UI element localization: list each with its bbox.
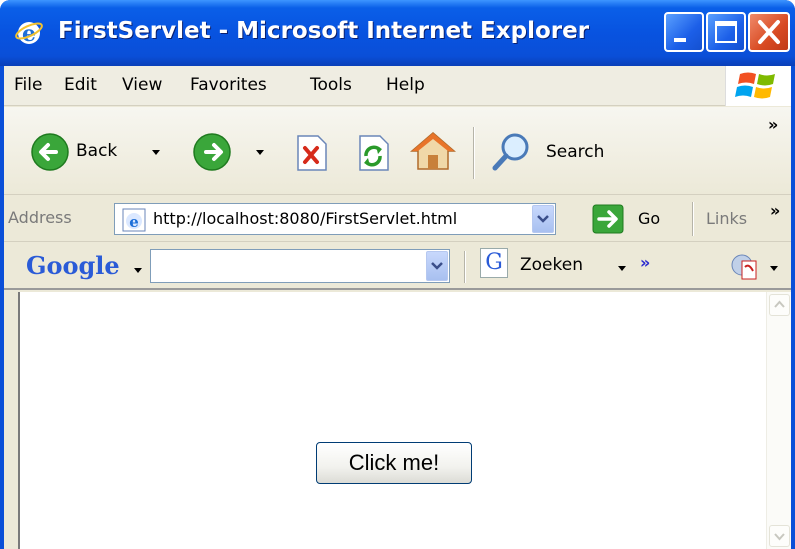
google-toolbar: Google G Zoeken »: [4, 243, 791, 290]
pdf-icon[interactable]: [730, 251, 760, 281]
back-dropdown-icon[interactable]: [150, 149, 162, 157]
standard-toolbar: Back Search »: [4, 107, 791, 195]
address-dropdown-button[interactable]: [532, 205, 554, 233]
menu-edit[interactable]: Edit: [64, 75, 97, 95]
chevron-down-icon: [537, 215, 549, 223]
search-icon: [492, 133, 529, 171]
vertical-scrollbar[interactable]: [766, 292, 791, 549]
page-content: Click me!: [18, 292, 766, 549]
scroll-down-button[interactable]: [769, 525, 790, 547]
forward-dropdown-icon[interactable]: [254, 149, 266, 157]
pdf-dropdown-icon[interactable]: [768, 265, 780, 273]
google-separator: [464, 251, 465, 283]
title-bar[interactable]: e FirstServlet - Microsoft Internet Expl…: [0, 0, 795, 66]
back-arrow-icon: [31, 133, 69, 171]
back-label: Back: [76, 141, 118, 161]
window-title: FirstServlet - Microsoft Internet Explor…: [58, 18, 590, 44]
go-arrow-icon[interactable]: [592, 204, 624, 234]
scroll-up-button[interactable]: [769, 294, 790, 316]
chevron-down-icon: [774, 533, 785, 541]
google-logo[interactable]: Google: [26, 251, 120, 280]
address-label: Address: [8, 208, 72, 227]
refresh-icon[interactable]: [356, 134, 390, 172]
google-g-icon[interactable]: G: [480, 248, 508, 278]
menu-favorites[interactable]: Favorites: [190, 75, 267, 95]
search-label: Search: [546, 142, 605, 162]
address-bar: Address e http://localhost:8080/FirstSer…: [4, 196, 791, 242]
browser-window: e FirstServlet - Microsoft Internet Expl…: [0, 0, 795, 549]
browser-frame: File Edit View Favorites Tools Help Back…: [4, 66, 791, 549]
windows-logo: [725, 66, 791, 106]
minimize-button[interactable]: [664, 12, 704, 52]
svg-text:e: e: [129, 213, 139, 231]
click-me-button[interactable]: Click me!: [316, 442, 472, 484]
links-overflow-chevron[interactable]: »: [770, 201, 780, 220]
chevron-down-icon: [431, 262, 443, 270]
ie-icon: e: [15, 21, 43, 47]
links-button[interactable]: Links: [706, 209, 747, 228]
maximize-icon: [715, 21, 737, 43]
toolbar-overflow-chevron[interactable]: »: [768, 115, 778, 134]
google-overflow-chevron[interactable]: »: [640, 253, 650, 272]
zoeken-button[interactable]: Zoeken: [520, 255, 583, 275]
menu-help[interactable]: Help: [386, 75, 425, 95]
maximize-button[interactable]: [706, 12, 746, 52]
close-icon: [758, 20, 780, 44]
forward-button[interactable]: [192, 132, 232, 172]
google-menu-dropdown-icon[interactable]: [132, 267, 144, 275]
page-icon: e: [122, 208, 146, 232]
google-logo-text: Google: [26, 251, 120, 280]
menu-file[interactable]: File: [14, 75, 42, 95]
google-search-dropdown-button[interactable]: [426, 251, 448, 281]
minimize-icon: [674, 38, 686, 42]
stop-icon[interactable]: [294, 134, 328, 172]
google-search-input[interactable]: [150, 249, 450, 283]
windows-flag-icon: [735, 72, 775, 99]
menu-bar: File Edit View Favorites Tools Help: [4, 66, 791, 106]
close-button[interactable]: [748, 12, 790, 52]
go-button[interactable]: Go: [638, 209, 660, 228]
menu-view[interactable]: View: [122, 75, 162, 95]
zoeken-dropdown-icon[interactable]: [616, 265, 628, 273]
menu-tools[interactable]: Tools: [310, 75, 352, 95]
home-icon[interactable]: [410, 129, 456, 173]
chevron-up-icon: [774, 300, 785, 308]
address-separator: [692, 202, 693, 236]
address-url: http://localhost:8080/FirstServlet.html: [153, 209, 458, 228]
toolbar-separator: [473, 127, 474, 179]
address-field[interactable]: e http://localhost:8080/FirstServlet.htm…: [114, 203, 556, 235]
